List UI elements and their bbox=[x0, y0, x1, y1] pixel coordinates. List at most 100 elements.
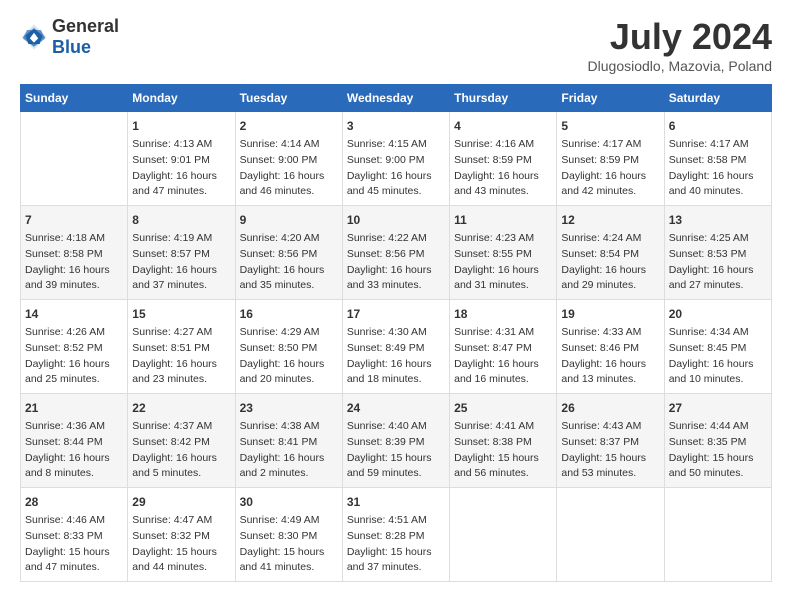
day-info: Sunrise: 4:17 AMSunset: 8:58 PMDaylight:… bbox=[669, 137, 767, 200]
day-info: Sunrise: 4:22 AMSunset: 8:56 PMDaylight:… bbox=[347, 231, 445, 294]
calendar-week-row: 1 Sunrise: 4:13 AMSunset: 9:01 PMDaylight… bbox=[21, 112, 772, 206]
day-number: 30 bbox=[240, 493, 338, 511]
day-number: 29 bbox=[132, 493, 230, 511]
month-title: July 2024 bbox=[588, 16, 772, 58]
calendar-week-row: 28Sunrise: 4:46 AMSunset: 8:33 PMDayligh… bbox=[21, 488, 772, 582]
day-info: Sunrise: 4:18 AMSunset: 8:58 PMDaylight:… bbox=[25, 231, 123, 294]
day-number: 9 bbox=[240, 211, 338, 229]
day-info: Sunrise: 4:26 AMSunset: 8:52 PMDaylight:… bbox=[25, 325, 123, 388]
day-number: 15 bbox=[132, 305, 230, 323]
day-number: 7 bbox=[25, 211, 123, 229]
day-info: Sunrise: 4:15 AMSunset: 9:00 PMDaylight:… bbox=[347, 137, 445, 200]
calendar-cell: 6 Sunrise: 4:17 AMSunset: 8:58 PMDaylight… bbox=[664, 112, 771, 206]
day-number: 31 bbox=[347, 493, 445, 511]
day-number: 17 bbox=[347, 305, 445, 323]
calendar-table: SundayMondayTuesdayWednesdayThursdayFrid… bbox=[20, 84, 772, 582]
calendar-cell: 4 Sunrise: 4:16 AMSunset: 8:59 PMDaylight… bbox=[450, 112, 557, 206]
calendar-cell: 25 Sunrise: 4:41 AMSunset: 8:38 PMDayligh… bbox=[450, 394, 557, 488]
header-day-monday: Monday bbox=[128, 85, 235, 112]
day-info: Sunrise: 4:19 AMSunset: 8:57 PMDaylight:… bbox=[132, 231, 230, 294]
calendar-cell: 18Sunrise: 4:31 AMSunset: 8:47 PMDayligh… bbox=[450, 300, 557, 394]
logo-blue: Blue bbox=[52, 37, 91, 57]
day-info: Sunrise: 4:13 AMSunset: 9:01 PMDaylight:… bbox=[132, 137, 230, 200]
header-day-thursday: Thursday bbox=[450, 85, 557, 112]
day-number: 26 bbox=[561, 399, 659, 417]
calendar-cell: 8 Sunrise: 4:19 AMSunset: 8:57 PMDaylight… bbox=[128, 206, 235, 300]
day-number: 14 bbox=[25, 305, 123, 323]
day-number: 6 bbox=[669, 117, 767, 135]
day-info: Sunrise: 4:51 AMSunset: 8:28 PMDaylight:… bbox=[347, 513, 445, 576]
calendar-cell: 30Sunrise: 4:49 AMSunset: 8:30 PMDayligh… bbox=[235, 488, 342, 582]
header-day-tuesday: Tuesday bbox=[235, 85, 342, 112]
calendar-week-row: 21Sunrise: 4:36 AMSunset: 8:44 PMDayligh… bbox=[21, 394, 772, 488]
day-number: 3 bbox=[347, 117, 445, 135]
day-info: Sunrise: 4:43 AMSunset: 8:37 PMDaylight:… bbox=[561, 419, 659, 482]
day-info: Sunrise: 4:20 AMSunset: 8:56 PMDaylight:… bbox=[240, 231, 338, 294]
header: General Blue July 2024 Dlugosiodlo, Mazo… bbox=[20, 16, 772, 74]
logo-icon bbox=[20, 23, 48, 51]
calendar-cell: 14 Sunrise: 4:26 AMSunset: 8:52 PMDayligh… bbox=[21, 300, 128, 394]
day-info: Sunrise: 4:25 AMSunset: 8:53 PMDaylight:… bbox=[669, 231, 767, 294]
calendar-cell: 23 Sunrise: 4:38 AMSunset: 8:41 PMDayligh… bbox=[235, 394, 342, 488]
calendar-cell: 27Sunrise: 4:44 AMSunset: 8:35 PMDayligh… bbox=[664, 394, 771, 488]
header-day-friday: Friday bbox=[557, 85, 664, 112]
day-number: 16 bbox=[240, 305, 338, 323]
calendar-cell: 24 Sunrise: 4:40 AMSunset: 8:39 PMDayligh… bbox=[342, 394, 449, 488]
day-number: 10 bbox=[347, 211, 445, 229]
calendar-cell: 21Sunrise: 4:36 AMSunset: 8:44 PMDayligh… bbox=[21, 394, 128, 488]
day-number: 20 bbox=[669, 305, 767, 323]
day-info: Sunrise: 4:47 AMSunset: 8:32 PMDaylight:… bbox=[132, 513, 230, 576]
day-number: 13 bbox=[669, 211, 767, 229]
logo-text: General Blue bbox=[52, 16, 119, 58]
calendar-header-row: SundayMondayTuesdayWednesdayThursdayFrid… bbox=[21, 85, 772, 112]
calendar-cell: 20 Sunrise: 4:34 AMSunset: 8:45 PMDayligh… bbox=[664, 300, 771, 394]
calendar-cell: 15Sunrise: 4:27 AMSunset: 8:51 PMDayligh… bbox=[128, 300, 235, 394]
calendar-cell: 3 Sunrise: 4:15 AMSunset: 9:00 PMDaylight… bbox=[342, 112, 449, 206]
day-number: 4 bbox=[454, 117, 552, 135]
calendar-cell: 26 Sunrise: 4:43 AMSunset: 8:37 PMDayligh… bbox=[557, 394, 664, 488]
calendar-cell: 5Sunrise: 4:17 AMSunset: 8:59 PMDaylight… bbox=[557, 112, 664, 206]
day-number: 2 bbox=[240, 117, 338, 135]
calendar-week-row: 14 Sunrise: 4:26 AMSunset: 8:52 PMDayligh… bbox=[21, 300, 772, 394]
day-info: Sunrise: 4:29 AMSunset: 8:50 PMDaylight:… bbox=[240, 325, 338, 388]
day-number: 22 bbox=[132, 399, 230, 417]
day-info: Sunrise: 4:33 AMSunset: 8:46 PMDaylight:… bbox=[561, 325, 659, 388]
day-number: 5 bbox=[561, 117, 659, 135]
day-info: Sunrise: 4:23 AMSunset: 8:55 PMDaylight:… bbox=[454, 231, 552, 294]
calendar-cell bbox=[21, 112, 128, 206]
day-info: Sunrise: 4:38 AMSunset: 8:41 PMDaylight:… bbox=[240, 419, 338, 482]
calendar-cell: 13 Sunrise: 4:25 AMSunset: 8:53 PMDayligh… bbox=[664, 206, 771, 300]
day-number: 24 bbox=[347, 399, 445, 417]
calendar-cell: 29 Sunrise: 4:47 AMSunset: 8:32 PMDayligh… bbox=[128, 488, 235, 582]
day-number: 19 bbox=[561, 305, 659, 323]
calendar-cell bbox=[450, 488, 557, 582]
calendar-cell: 31 Sunrise: 4:51 AMSunset: 8:28 PMDayligh… bbox=[342, 488, 449, 582]
day-info: Sunrise: 4:24 AMSunset: 8:54 PMDaylight:… bbox=[561, 231, 659, 294]
calendar-cell: 9 Sunrise: 4:20 AMSunset: 8:56 PMDaylight… bbox=[235, 206, 342, 300]
day-info: Sunrise: 4:37 AMSunset: 8:42 PMDaylight:… bbox=[132, 419, 230, 482]
calendar-cell: 11Sunrise: 4:23 AMSunset: 8:55 PMDayligh… bbox=[450, 206, 557, 300]
header-day-wednesday: Wednesday bbox=[342, 85, 449, 112]
header-day-sunday: Sunday bbox=[21, 85, 128, 112]
day-number: 25 bbox=[454, 399, 552, 417]
header-day-saturday: Saturday bbox=[664, 85, 771, 112]
day-info: Sunrise: 4:34 AMSunset: 8:45 PMDaylight:… bbox=[669, 325, 767, 388]
day-info: Sunrise: 4:41 AMSunset: 8:38 PMDaylight:… bbox=[454, 419, 552, 482]
title-area: July 2024 Dlugosiodlo, Mazovia, Poland bbox=[588, 16, 772, 74]
calendar-cell: 16 Sunrise: 4:29 AMSunset: 8:50 PMDayligh… bbox=[235, 300, 342, 394]
day-number: 27 bbox=[669, 399, 767, 417]
calendar-week-row: 7 Sunrise: 4:18 AMSunset: 8:58 PMDaylight… bbox=[21, 206, 772, 300]
calendar-cell: 2 Sunrise: 4:14 AMSunset: 9:00 PMDaylight… bbox=[235, 112, 342, 206]
calendar-cell: 12Sunrise: 4:24 AMSunset: 8:54 PMDayligh… bbox=[557, 206, 664, 300]
day-info: Sunrise: 4:16 AMSunset: 8:59 PMDaylight:… bbox=[454, 137, 552, 200]
day-number: 1 bbox=[132, 117, 230, 135]
day-number: 8 bbox=[132, 211, 230, 229]
day-number: 23 bbox=[240, 399, 338, 417]
logo-general: General bbox=[52, 16, 119, 36]
day-info: Sunrise: 4:30 AMSunset: 8:49 PMDaylight:… bbox=[347, 325, 445, 388]
day-info: Sunrise: 4:46 AMSunset: 8:33 PMDaylight:… bbox=[25, 513, 123, 576]
day-info: Sunrise: 4:40 AMSunset: 8:39 PMDaylight:… bbox=[347, 419, 445, 482]
day-info: Sunrise: 4:14 AMSunset: 9:00 PMDaylight:… bbox=[240, 137, 338, 200]
calendar-cell: 7 Sunrise: 4:18 AMSunset: 8:58 PMDaylight… bbox=[21, 206, 128, 300]
calendar-cell: 1 Sunrise: 4:13 AMSunset: 9:01 PMDaylight… bbox=[128, 112, 235, 206]
